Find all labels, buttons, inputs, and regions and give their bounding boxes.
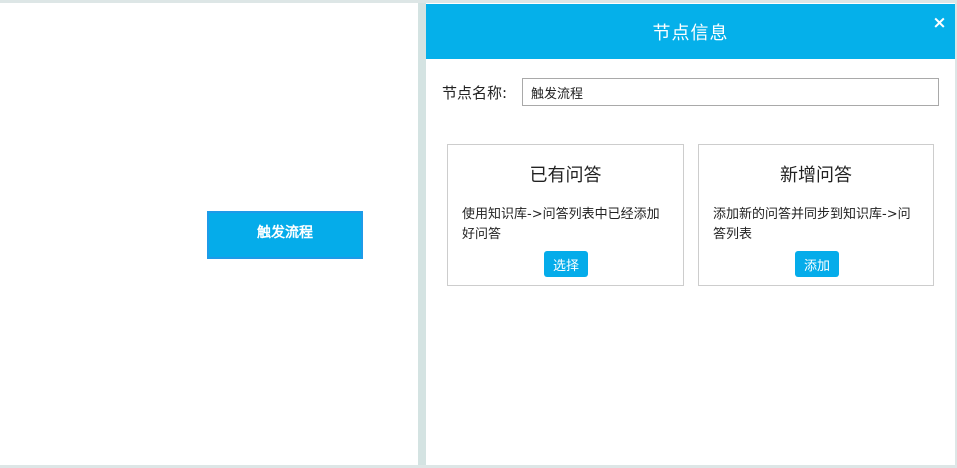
flow-canvas[interactable]: 触发流程	[0, 3, 418, 465]
flow-node-trigger[interactable]: 触发流程	[207, 211, 363, 259]
new-qa-title: 新增问答	[780, 165, 852, 186]
node-name-input[interactable]	[522, 78, 939, 106]
node-name-row: 节点名称:	[442, 78, 939, 106]
add-button[interactable]: 添加	[795, 251, 839, 277]
select-button[interactable]: 选择	[544, 251, 588, 277]
existing-qa-card: 已有问答 使用知识库->问答列表中已经添加好问答 选择	[447, 144, 684, 286]
panel-header: 节点信息 ×	[426, 4, 955, 59]
close-icon[interactable]: ×	[931, 14, 949, 32]
flow-node-label: 触发流程	[257, 225, 313, 241]
existing-qa-title: 已有问答	[529, 165, 602, 186]
new-qa-description: 添加新的问答并同步到知识库->问答列表	[713, 207, 911, 242]
panel-title: 节点信息	[652, 22, 729, 44]
node-name-label: 节点名称:	[442, 83, 508, 102]
panel-splitter[interactable]	[418, 3, 426, 465]
existing-qa-description: 使用知识库->问答列表中已经添加好问答	[462, 207, 660, 242]
node-info-panel: 节点信息 × 节点名称: 已有问答 使用知识库->问答列表中已经添加好问答 选择…	[426, 3, 957, 465]
app-root: 触发流程 节点信息 × 节点名称: 已有问答 使用知识库->问答列表中已经添加好…	[0, 0, 957, 468]
new-qa-card: 新增问答 添加新的问答并同步到知识库->问答列表 添加	[698, 144, 934, 286]
